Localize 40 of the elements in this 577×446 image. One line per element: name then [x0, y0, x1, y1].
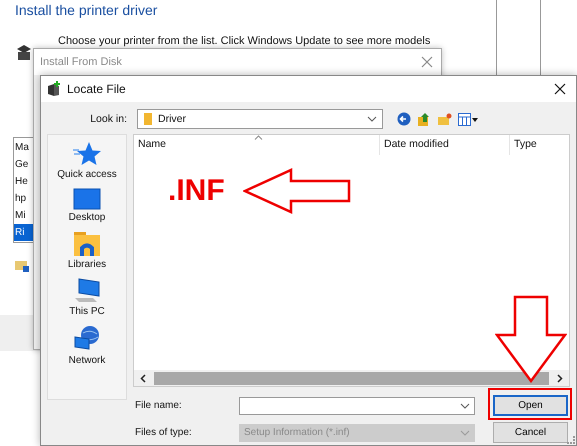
star-icon[interactable] — [73, 141, 101, 167]
window-title: Install the printer driver — [15, 2, 158, 18]
back-icon[interactable] — [397, 112, 411, 126]
scrollbar-thumb[interactable] — [154, 372, 549, 384]
file-type-label: Files of type: — [135, 427, 193, 438]
chevron-down-icon — [460, 430, 470, 436]
file-name-label: File name: — [135, 400, 183, 411]
column-header[interactable]: Name — [134, 135, 380, 155]
file-name-field[interactable] — [239, 396, 475, 414]
column-header[interactable]: Date modified — [380, 135, 510, 155]
chevron-down-icon — [460, 402, 470, 408]
dialog-title: Locate File — [67, 82, 127, 96]
up-folder-icon[interactable] — [417, 112, 431, 126]
computer-icon[interactable] — [73, 278, 101, 304]
look-in-label: Look in: — [89, 113, 127, 125]
place-label[interactable]: This PC — [69, 306, 105, 317]
horizontal-scrollbar[interactable] — [134, 370, 569, 386]
libraries-icon[interactable] — [72, 231, 101, 257]
view-menu-icon[interactable] — [458, 112, 478, 126]
sort-caret-icon — [254, 135, 263, 140]
dialog-title: Install From Disk — [40, 56, 122, 68]
close-icon[interactable] — [554, 83, 566, 95]
annotation-text: .INF — [168, 174, 225, 208]
open-button[interactable]: Open — [493, 395, 568, 416]
look-in-dropdown[interactable]: Driver — [137, 109, 383, 129]
printer-icon — [16, 43, 32, 63]
folder-icon — [143, 112, 153, 126]
new-folder-icon[interactable] — [437, 112, 452, 126]
instructions-text: Choose your printer from the list. Click Windows Update to see more models — [58, 35, 430, 47]
place-label[interactable]: Quick access — [57, 169, 117, 180]
place-label[interactable]: Libraries — [68, 259, 106, 270]
place-label[interactable]: Desktop — [68, 212, 106, 223]
scroll-right-icon[interactable] — [557, 374, 563, 382]
chevron-down-icon — [367, 116, 377, 122]
column-header[interactable]: Type — [510, 135, 569, 155]
file-icon — [47, 81, 61, 97]
place-label[interactable]: Network — [68, 355, 106, 366]
desktop-icon[interactable] — [73, 188, 101, 210]
scroll-left-icon[interactable] — [140, 374, 146, 382]
cancel-button[interactable]: Cancel — [493, 422, 568, 443]
